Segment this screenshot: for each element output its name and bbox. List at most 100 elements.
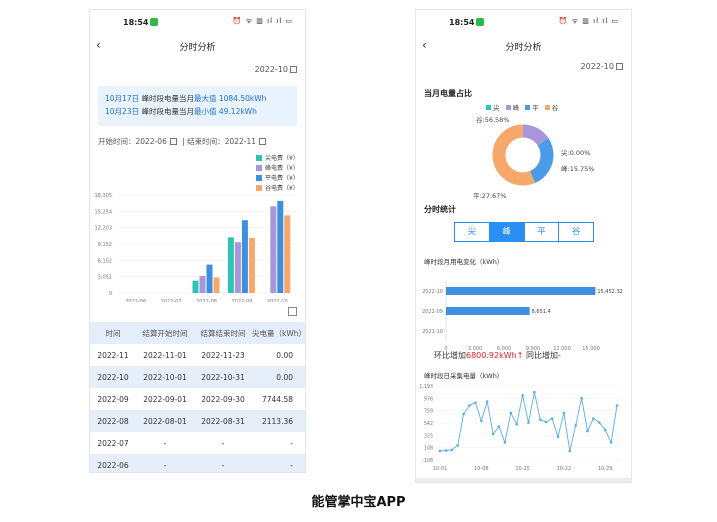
start-date-picker[interactable]: 2022-06 <box>136 137 167 146</box>
x-tick-label: 10-29 <box>598 466 613 472</box>
bar <box>227 237 234 293</box>
data-point <box>598 421 601 424</box>
monthly-hbar-chart: 2022-10 15,452.322022-09 8,651.42021-100 3,… <box>422 281 623 350</box>
data-point <box>603 428 607 432</box>
table-cell: 2022-11-23 <box>201 350 245 360</box>
bar <box>284 215 291 293</box>
calendar-icon <box>616 63 623 70</box>
month-selector[interactable]: 2022-10 <box>581 62 623 71</box>
y-tick-label: 9,152 <box>98 242 112 248</box>
page-title: 分时分析 <box>179 43 216 53</box>
bar <box>192 280 199 293</box>
y-tick-label: 12,203 <box>95 226 113 232</box>
legend-item: 尖电费（¥） <box>256 154 299 164</box>
expand-icon[interactable] <box>288 307 297 316</box>
legend-label: 平电费（¥） <box>265 175 299 182</box>
min-date: 10月23日 <box>105 107 140 116</box>
status-time: 18:54 <box>449 18 475 27</box>
tab-ping[interactable]: 平 <box>525 223 560 241</box>
table-cell: - <box>163 438 167 448</box>
y-tick-label: 0 <box>109 291 112 297</box>
data-point <box>497 425 501 428</box>
min-text: 峰时段电量当月 <box>139 107 194 116</box>
data-point <box>568 449 572 453</box>
monthly-cost-bar-chart: 0 3,051 6,102 9,152 12,203 15,254 18,305 2022-0… <box>95 193 295 302</box>
max-date: 10月17日 <box>105 94 140 103</box>
data-point <box>533 390 536 394</box>
bar <box>446 287 596 295</box>
data-point <box>456 444 459 447</box>
x-tick-label: 2022-08 <box>196 299 217 302</box>
data-point <box>438 449 442 453</box>
data-point <box>562 411 566 415</box>
y-tick-label: 18,305 <box>95 193 113 199</box>
y-tick-label: 3,051 <box>98 275 112 281</box>
wechat-icon <box>150 18 158 26</box>
table-cell: 2022-10 <box>97 372 129 382</box>
bar <box>248 237 255 293</box>
data-point <box>527 421 530 424</box>
bar <box>234 242 241 293</box>
data-point <box>480 419 483 423</box>
calendar-icon[interactable] <box>259 138 266 145</box>
nav-bar: ‹ 分时分析 <box>416 34 631 60</box>
x-tick-label: 10-15 <box>515 466 530 472</box>
data-point <box>491 432 495 436</box>
y-tick-label: 976 <box>424 396 433 402</box>
bar <box>213 277 220 293</box>
calendar-icon[interactable] <box>169 138 177 145</box>
bar <box>241 220 248 293</box>
table-cell: 2022-06 <box>97 460 129 470</box>
data-point <box>544 420 548 424</box>
end-date-picker[interactable]: 2022-11 <box>225 137 256 146</box>
table-cell: 2022-08-01 <box>143 416 187 426</box>
col-header: 结算结束时间 <box>200 328 246 338</box>
slice-label-ping: 平:27.67% <box>473 192 506 200</box>
data-point <box>550 417 554 420</box>
bar <box>199 275 206 293</box>
tab-feng[interactable]: 峰 <box>489 223 525 241</box>
table-cell: - <box>163 460 167 470</box>
x-tick-label: 2022-10 <box>267 299 288 302</box>
data-point <box>592 417 595 420</box>
data-point <box>468 404 471 407</box>
bottom-bar <box>416 478 631 482</box>
segment-section-title: 分时统计 <box>424 205 456 214</box>
daily-line-chart: -108 108 325 542 759 976 1,193 10-01 10-08 10-15 1… <box>419 384 621 472</box>
table-row: 2022-08 2022-08-01 2022-08-31 2113.36 <box>90 410 305 432</box>
bar-value-label: 15,452.32 <box>597 289 622 295</box>
data-point <box>444 449 448 452</box>
data-point <box>485 400 489 403</box>
end-label: 结束时间： <box>187 137 225 146</box>
comparison-text: 环比增加6800.92kWh↑ 同比增加- <box>434 350 561 361</box>
bar <box>277 200 284 293</box>
table-cell: 2022-08-31 <box>201 416 245 426</box>
table-cell: 2022-10-31 <box>201 372 245 382</box>
y-tick-label: 542 <box>424 421 433 427</box>
status-icons: ⏰ ᯤ ▥ ıl ıl ▭ <box>558 17 619 25</box>
tab-gu[interactable]: 谷 <box>559 223 593 241</box>
data-point <box>586 429 589 433</box>
line-chart-title: 峰时段日采集电量（kWh） <box>424 372 504 380</box>
data-point <box>521 393 524 397</box>
slice-label-gu: 谷:56.58% <box>476 115 509 124</box>
table-header: 时间 结算开始时间 结算结束时间 尖电量（kWh） <box>90 322 305 344</box>
x-tick-label: 2022-07 <box>161 299 182 302</box>
y-tick-label: 2022-10 <box>422 289 443 295</box>
compare-value: 6800.92kWh <box>466 351 517 360</box>
data-point <box>474 401 477 404</box>
table-row: 2022-07 - - - <box>90 432 305 454</box>
caption: 能管掌中宝APP <box>311 495 406 510</box>
bar <box>206 264 213 293</box>
data-point <box>556 435 560 439</box>
table-cell: - <box>290 438 293 448</box>
month-selector[interactable]: 2022-10 <box>255 65 297 74</box>
col-header: 结算开始时间 <box>142 328 188 338</box>
data-point <box>574 424 577 427</box>
max-text: 峰时段电量当月 <box>139 94 194 103</box>
table-cell: 7744.58 <box>261 394 293 404</box>
bar-chart-title: 峰时段月用电变化（kWh） <box>424 258 504 266</box>
y-tick-label: 1,193 <box>419 384 433 390</box>
legend-swatch <box>256 155 262 161</box>
tab-jian[interactable]: 尖 <box>455 223 490 241</box>
